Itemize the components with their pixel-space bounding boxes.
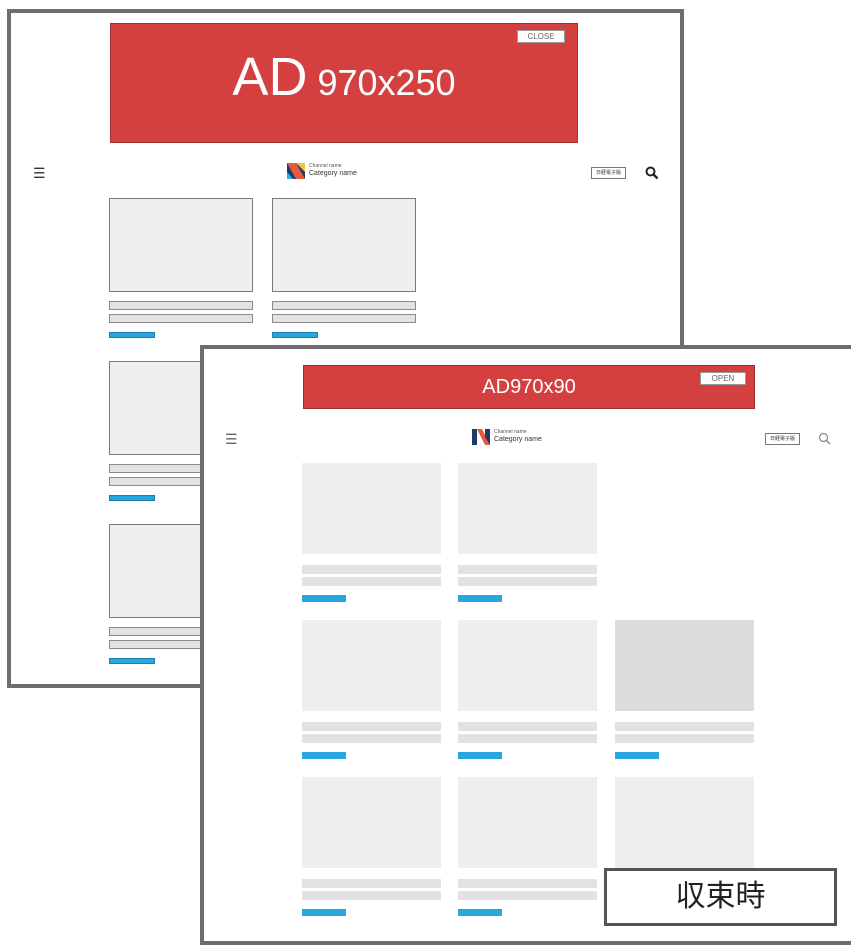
card-thumbnail (109, 198, 253, 292)
card-thumbnail (302, 620, 441, 711)
card-category-tag[interactable] (302, 595, 346, 602)
card-thumbnail (458, 463, 597, 554)
card-title-line (272, 314, 416, 323)
card-title-line (302, 722, 441, 731)
channel-logo-icon (287, 163, 305, 179)
card-category-tag[interactable] (458, 752, 502, 759)
card-title-line (302, 734, 441, 743)
card-thumbnail (302, 463, 441, 554)
ad-label: AD 970x250 (111, 46, 577, 108)
card-thumbnail (458, 777, 597, 868)
card-category-tag[interactable] (302, 909, 346, 916)
card-title-line (302, 577, 441, 586)
card-title-line (615, 722, 754, 731)
card-thumbnail (615, 777, 754, 868)
card-title-line (302, 879, 441, 888)
card-title-line (458, 879, 597, 888)
close-ad-button[interactable]: CLOSE (517, 30, 565, 43)
card-category-tag[interactable] (109, 658, 155, 664)
channel-logo[interactable]: Channel name Category name (472, 429, 542, 445)
site-header: ☰ Channel name Category name 日経電子版 (204, 429, 851, 453)
card-category-tag[interactable] (302, 752, 346, 759)
card-category-tag[interactable] (109, 495, 155, 501)
card-thumbnail (615, 620, 754, 711)
card-title-line (458, 722, 597, 731)
card-thumbnail (458, 620, 597, 711)
card-title-line (272, 301, 416, 310)
card-title-line (458, 891, 597, 900)
open-ad-button[interactable]: OPEN (700, 372, 746, 385)
card-title-line (109, 301, 253, 310)
ad-banner-large[interactable]: AD 970x250 CLOSE (110, 23, 578, 143)
card-title-line (458, 734, 597, 743)
card-thumbnail (302, 777, 441, 868)
card-title-line (109, 314, 253, 323)
hamburger-menu-icon[interactable]: ☰ (225, 431, 238, 447)
collapsed-state-frame: AD970x90 OPEN ☰ Channel name Category na… (200, 345, 851, 945)
card-title-line (302, 565, 441, 574)
card-title-line (458, 577, 597, 586)
channel-logo-icon (472, 429, 490, 445)
hamburger-menu-icon[interactable]: ☰ (33, 165, 46, 181)
ad-label-main: AD (232, 47, 308, 107)
category-name: Category name (309, 170, 357, 177)
card-category-tag[interactable] (458, 909, 502, 916)
card-category-tag[interactable] (272, 332, 318, 338)
card-category-tag[interactable] (109, 332, 155, 338)
search-icon[interactable] (645, 166, 659, 180)
site-header: ☰ Channel name Category name 日経電子版 (11, 163, 680, 187)
channel-logo[interactable]: Channel name Category name (287, 163, 357, 179)
category-name: Category name (494, 436, 542, 443)
card-thumbnail (272, 198, 416, 292)
card-title-line (302, 891, 441, 900)
search-icon[interactable] (818, 432, 832, 446)
ad-banner-small[interactable]: AD970x90 OPEN (303, 365, 755, 409)
ad-label: AD970x90 (482, 376, 576, 398)
card-title-line (615, 734, 754, 743)
card-category-tag[interactable] (458, 595, 502, 602)
card-category-tag[interactable] (615, 752, 659, 759)
ad-label-size: 970x250 (317, 62, 456, 103)
state-caption: 収束時 (604, 868, 837, 926)
digital-edition-button[interactable]: 日経電子版 (765, 433, 801, 445)
digital-edition-button[interactable]: 日経電子版 (591, 167, 627, 179)
card-title-line (458, 565, 597, 574)
